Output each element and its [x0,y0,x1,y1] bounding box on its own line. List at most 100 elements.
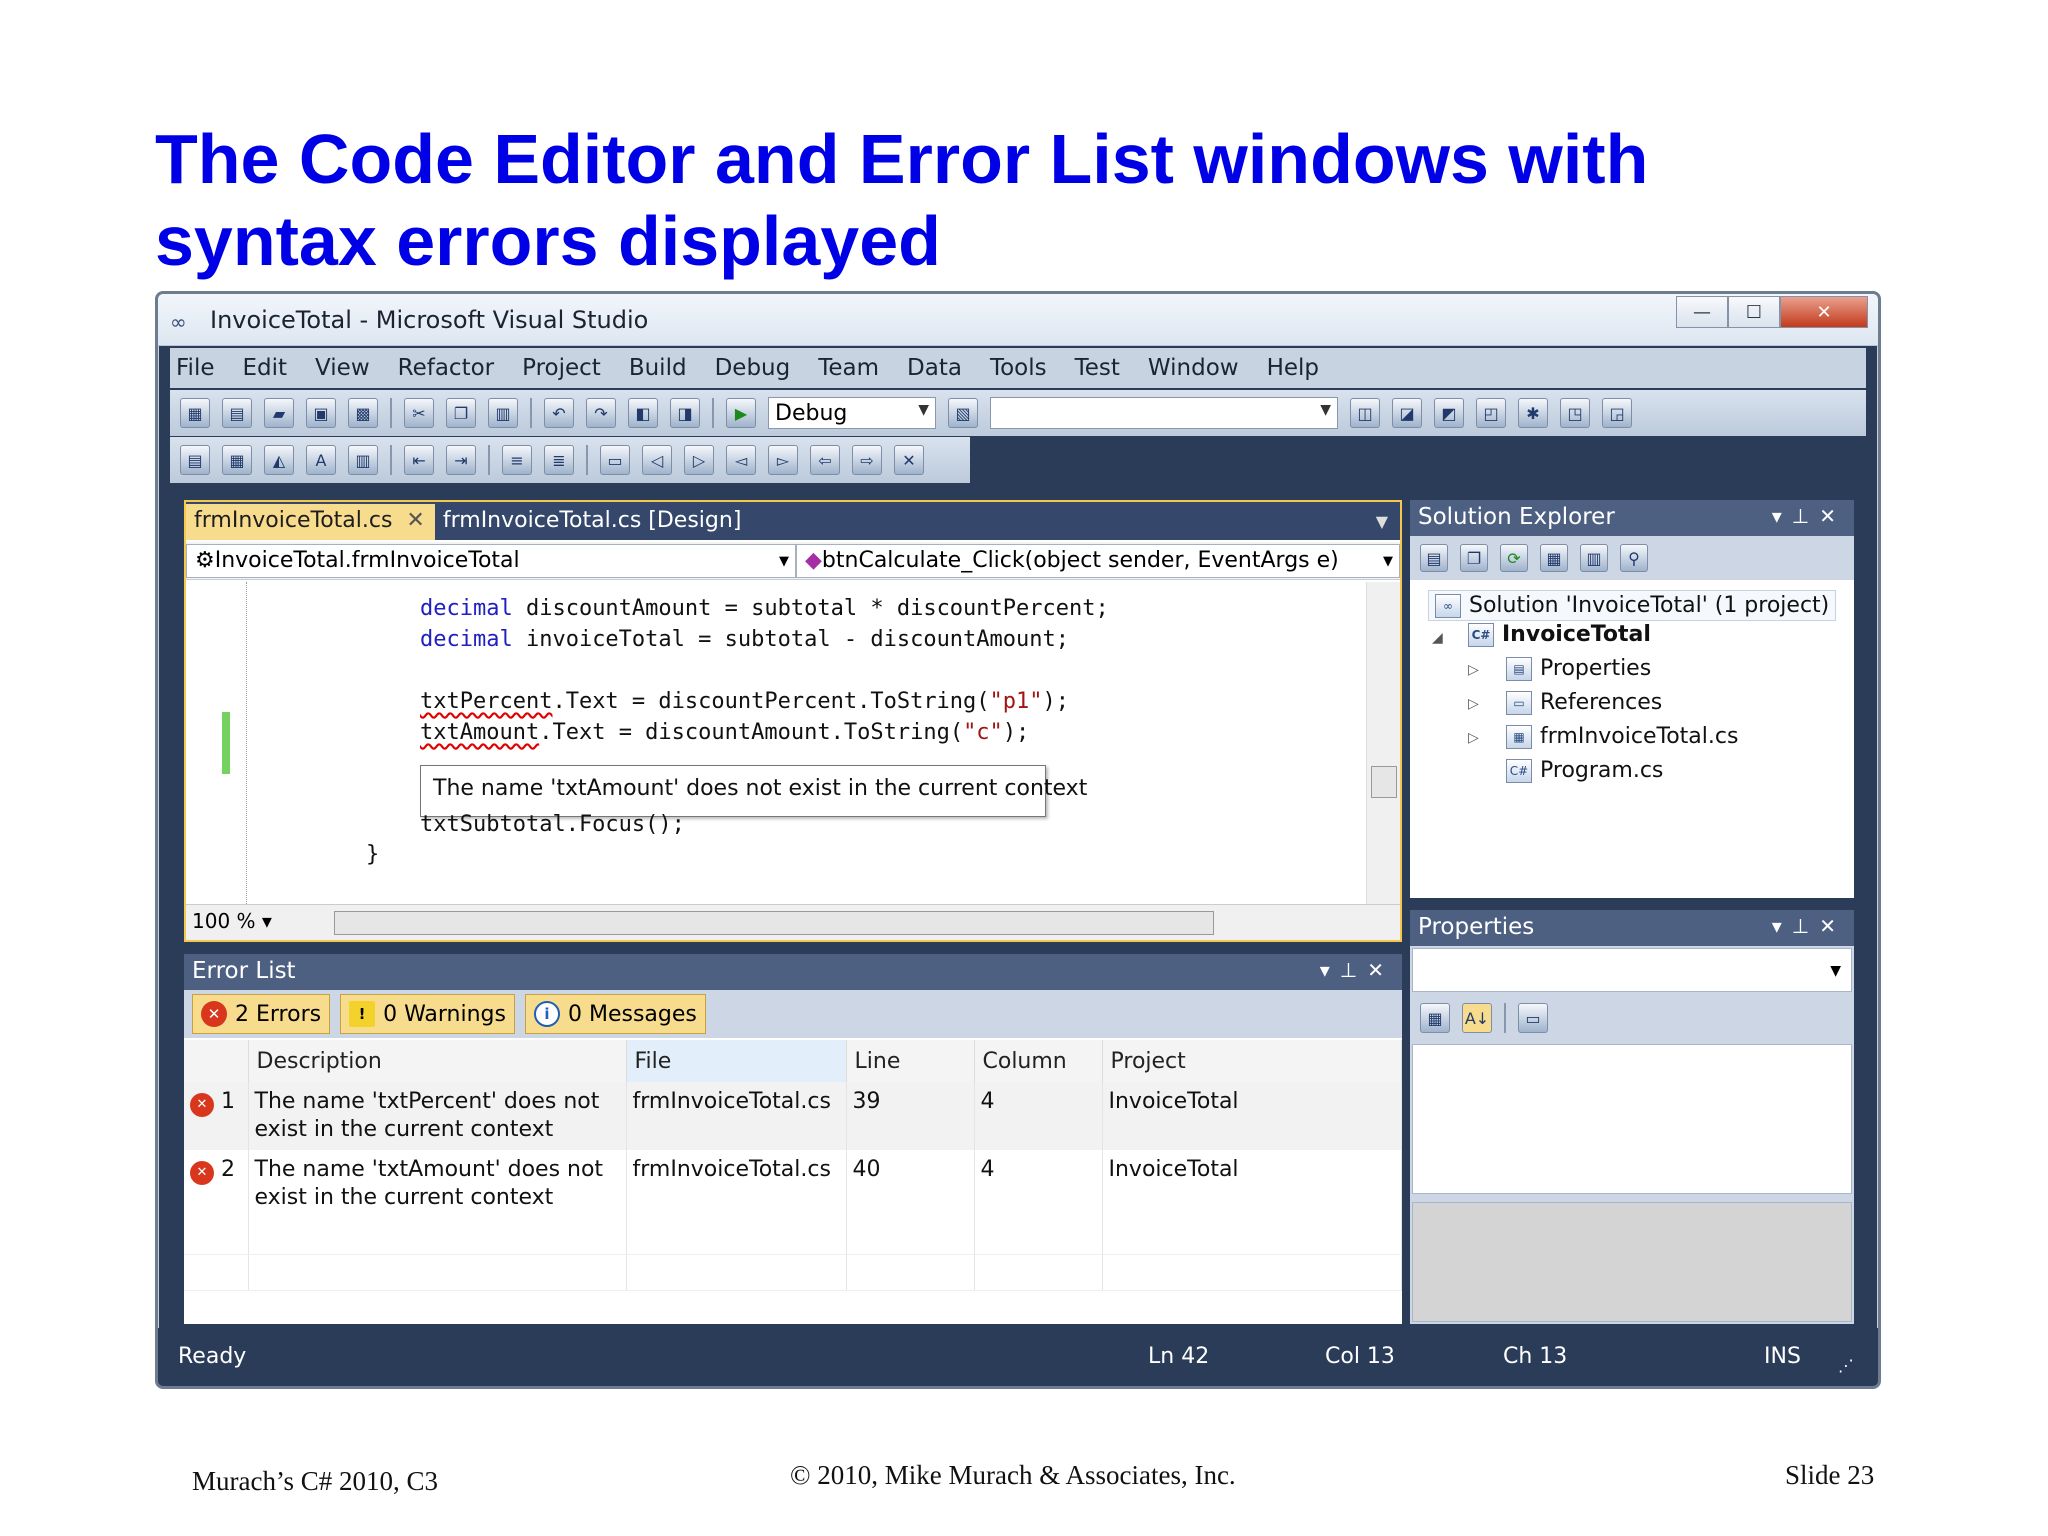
view-designer-icon[interactable]: ▥ [1580,544,1608,572]
categorized-icon[interactable]: ▦ [1420,1003,1450,1033]
menu-test[interactable]: Test [1075,355,1120,381]
column-header-number[interactable] [184,1040,249,1082]
tree-item-program[interactable]: C# Program.cs [1506,758,1663,783]
warnings-filter-button[interactable]: ! 0 Warnings [340,994,515,1034]
parameter-info-icon[interactable]: ▦ [222,445,252,475]
errors-filter-button[interactable]: ✕ 2 Errors [192,994,331,1034]
toolbox-icon[interactable]: ◰ [1476,398,1506,428]
horizontal-scrollbar[interactable] [334,911,1214,935]
resize-grip-icon[interactable]: ⋰ [1838,1356,1854,1375]
add-item-icon[interactable]: ▤ [222,398,252,428]
member-combo[interactable]: ◆btnCalculate_Click(object sender, Event… [796,544,1400,578]
undo-icon[interactable]: ↶ [544,398,574,428]
tree-item-properties[interactable]: ▤ Properties [1506,656,1651,681]
tree-item-references[interactable]: ▭ References [1506,690,1662,715]
property-pages-icon[interactable]: ▭ [1518,1003,1548,1033]
clear-bookmarks-icon[interactable]: ✕ [894,445,924,475]
solution-configuration-combo[interactable]: Debug ▼ [768,397,936,429]
collapse-arrow-icon[interactable]: ◢ [1432,630,1443,646]
uncomment-icon[interactable]: ≣ [544,445,574,475]
table-row[interactable]: ✕ 1 The name 'txtPercent' does not exist… [184,1082,1402,1150]
menu-edit[interactable]: Edit [243,355,288,381]
menu-tools[interactable]: Tools [990,355,1047,381]
navigate-backward-icon[interactable]: ◧ [628,398,658,428]
vertical-scrollbar[interactable] [1366,582,1400,904]
increase-indent-icon[interactable]: ⇥ [446,445,476,475]
maximize-button[interactable]: ☐ [1728,296,1780,328]
column-header-line[interactable]: Line [846,1040,975,1082]
chevron-down-icon[interactable]: ▼ [1376,512,1388,531]
tab-frminvoicetotal-design[interactable]: frmInvoiceTotal.cs [Design] [435,504,752,540]
scrollbar-thumb[interactable] [1371,766,1397,798]
next-bookmark-doc-icon[interactable]: ⇨ [852,445,882,475]
menu-help[interactable]: Help [1267,355,1319,381]
expand-arrow-icon[interactable]: ▷ [1468,662,1479,678]
menu-team[interactable]: Team [818,355,879,381]
zoom-combo[interactable]: 100 % ▾ [192,909,272,933]
property-grid[interactable] [1412,1044,1852,1194]
view-code-icon[interactable]: ▦ [1540,544,1568,572]
close-button[interactable]: ✕ [1780,296,1868,328]
save-icon[interactable]: ▣ [306,398,336,428]
menu-build[interactable]: Build [629,355,687,381]
properties-window-icon[interactable]: ◪ [1392,398,1422,428]
redo-icon[interactable]: ↷ [586,398,616,428]
tree-item-solution[interactable]: ∞ Solution 'InvoiceTotal' (1 project) [1428,590,1837,621]
menu-data[interactable]: Data [907,355,962,381]
comment-out-icon[interactable]: ≡ [502,445,532,475]
tree-item-project[interactable]: C# InvoiceTotal [1468,622,1651,647]
complete-word-icon[interactable]: A [306,445,336,475]
toggle-bookmark-icon[interactable]: ▭ [600,445,630,475]
menu-window[interactable]: Window [1148,355,1239,381]
decrease-indent-icon[interactable]: ⇤ [404,445,434,475]
quick-info-icon[interactable]: ◭ [264,445,294,475]
tools-icon[interactable]: ✱ [1518,398,1548,428]
bookmark-icon[interactable]: ▥ [348,445,378,475]
expand-arrow-icon[interactable]: ▷ [1468,730,1479,746]
panel-controls[interactable]: ▾⊥✕ [1320,958,1394,982]
alphabetical-icon[interactable]: A↓ [1462,1003,1492,1033]
column-header-column[interactable]: Column [974,1040,1103,1082]
menu-debug[interactable]: Debug [715,355,791,381]
previous-bookmark-icon[interactable]: ◁ [642,445,672,475]
properties-icon[interactable]: ▤ [1420,544,1448,572]
start-debugging-icon[interactable]: ▶ [726,398,756,428]
copy-icon[interactable]: ❐ [446,398,476,428]
open-file-icon[interactable]: ▰ [264,398,294,428]
tab-frminvoicetotal-cs[interactable]: frmInvoiceTotal.cs ✕ [186,504,435,540]
messages-filter-button[interactable]: i0 Messages [524,994,706,1034]
previous-bookmark-folder-icon[interactable]: ◅ [726,445,756,475]
code-area[interactable]: decimal discountAmount = subtotal * disc… [186,582,1366,904]
menu-view[interactable]: View [315,355,370,381]
extension-manager-icon[interactable]: ◲ [1602,398,1632,428]
menu-project[interactable]: Project [522,355,601,381]
column-header-file[interactable]: File [626,1040,847,1082]
solution-explorer-icon[interactable]: ◫ [1350,398,1380,428]
find-in-files-icon[interactable]: ▧ [948,398,978,428]
table-row[interactable]: ✕ 2 The name 'txtAmount' does not exist … [184,1150,1402,1218]
find-combo[interactable]: ▼ [990,397,1338,429]
new-project-icon[interactable]: ▦ [180,398,210,428]
menu-file[interactable]: File [176,355,215,381]
tree-item-frminvoicetotal[interactable]: ▦ frmInvoiceTotal.cs [1506,724,1738,749]
next-bookmark-icon[interactable]: ▷ [684,445,714,475]
panel-controls[interactable]: ▾⊥✕ [1772,914,1846,938]
next-bookmark-folder-icon[interactable]: ▻ [768,445,798,475]
cut-icon[interactable]: ✂ [404,398,434,428]
expand-arrow-icon[interactable]: ▷ [1468,696,1479,712]
view-class-diagram-icon[interactable]: ⚲ [1620,544,1648,572]
navigate-forward-icon[interactable]: ◨ [670,398,700,428]
show-all-files-icon[interactable]: ❐ [1460,544,1488,572]
paste-icon[interactable]: ▥ [488,398,518,428]
panel-controls[interactable]: ▾⊥✕ [1772,504,1846,528]
minimize-button[interactable]: — [1676,296,1728,328]
column-header-project[interactable]: Project [1102,1040,1402,1082]
close-tab-icon[interactable]: ✕ [406,508,424,533]
save-all-icon[interactable]: ▩ [348,398,378,428]
start-page-icon[interactable]: ◳ [1560,398,1590,428]
refresh-icon[interactable]: ⟳ [1500,544,1528,572]
display-object-member-list-icon[interactable]: ▤ [180,445,210,475]
menu-refactor[interactable]: Refactor [398,355,494,381]
object-selector-combo[interactable]: ▼ [1412,948,1852,992]
column-header-description[interactable]: Description [248,1040,627,1082]
